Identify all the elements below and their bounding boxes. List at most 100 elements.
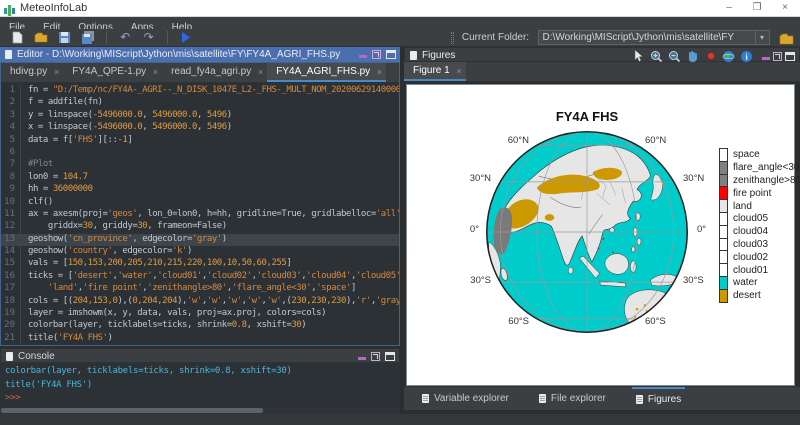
line-number: 6	[1, 147, 21, 159]
globe-icon[interactable]	[721, 49, 736, 63]
save-all-button[interactable]	[79, 29, 98, 46]
legend-label: zenithangle>80	[733, 175, 800, 186]
scrollbar-thumb[interactable]	[1, 408, 263, 413]
code-line[interactable]: 11ax = axesm(proj='geos', lon_0=lon0, h=…	[1, 209, 399, 221]
editor-tab[interactable]: FY4A_AGRI_FHS.py ×	[267, 63, 386, 82]
code-line[interactable]: 19layer = imshowm(x, y, data, vals, proj…	[1, 308, 399, 320]
globe-map[interactable]	[481, 126, 693, 338]
editor-panel-header[interactable]: Editor - D:\Working\MIScript\Jython\mis\…	[0, 47, 400, 62]
tab-label: hdivg.py	[10, 66, 47, 77]
code-line[interactable]: 6	[1, 147, 399, 159]
code-token: x = linspace(	[28, 122, 93, 132]
panel-maximize-icon[interactable]	[385, 352, 395, 361]
figure-canvas[interactable]: FY4A FHS	[406, 84, 795, 386]
current-folder-value[interactable]: D:\Working\MIScript\Jython\mis\satellite…	[539, 31, 769, 44]
editor-tab[interactable]: read_fy4a_agri.py×	[162, 63, 267, 82]
code-editor[interactable]: 1fn = "D:/Temp/nc/FY4A-_AGRI--_N_DISK_10…	[1, 83, 399, 343]
code-line[interactable]: 2f = addfile(fn)	[1, 97, 399, 109]
code-line[interactable]: 7#Plot	[1, 159, 399, 171]
window-minimize-button[interactable]: –	[714, 0, 744, 17]
code-token: , lon_0=lon0, h=hh, gridline=True, gridl…	[137, 209, 376, 219]
editor-tab[interactable]: hdivg.py ×	[1, 63, 63, 82]
code-line[interactable]: 12 griddx=30, griddy=30, frameon=False)	[1, 221, 399, 233]
code-token: y = linspace(	[28, 110, 93, 120]
bottom-tab-variable-explorer[interactable]: Variable explorer	[418, 387, 513, 410]
new-file-button[interactable]	[8, 29, 27, 46]
legend-swatch	[719, 263, 728, 277]
window-restore-button[interactable]: ❐	[742, 0, 772, 17]
code-line[interactable]: 4x = linspace(-5496000.0, 5496000.0, 549…	[1, 122, 399, 134]
code-line[interactable]: 1fn = "D:/Temp/nc/FY4A-_AGRI--_N_DISK_10…	[1, 85, 399, 97]
code-text: y = linspace(-5496000.0, 5496000.0, 5496…	[28, 110, 232, 122]
chevron-down-icon[interactable]: ▾	[755, 31, 769, 44]
code-line[interactable]: 10clf()	[1, 197, 399, 209]
legend-entry: land	[719, 199, 800, 213]
tab-label: FY4A_AGRI_FHS.py	[276, 66, 370, 77]
code-line[interactable]: 9hh = 36000000	[1, 184, 399, 196]
console-panel-header[interactable]: Console	[0, 348, 400, 363]
figure-tab[interactable]: Figure 1×	[404, 62, 466, 81]
tab-close-icon[interactable]: ×	[456, 62, 461, 80]
code-token: )	[227, 110, 232, 120]
zoom-out-icon[interactable]	[667, 49, 682, 63]
line-number: 13	[1, 234, 21, 246]
code-text: x = linspace(-5496000.0, 5496000.0, 5496…	[28, 122, 232, 134]
figures-panel-header[interactable]: Figures i	[404, 47, 800, 62]
grid-label: 30°N	[683, 173, 704, 184]
code-token: 0,204,204	[132, 296, 177, 306]
code-token: 'desert'	[73, 271, 113, 281]
info-icon[interactable]: i	[739, 49, 754, 63]
panel-maximize-icon[interactable]	[386, 50, 396, 59]
identify-point-icon[interactable]	[703, 49, 718, 63]
tab-close-icon[interactable]: ×	[54, 63, 59, 81]
save-button[interactable]	[55, 29, 74, 46]
code-line[interactable]: 21title('FY4A FHS')	[1, 333, 399, 343]
code-line[interactable]: 8lon0 = 104.7	[1, 172, 399, 184]
code-line[interactable]: 15vals = [150,153,200,205,210,215,220,10…	[1, 258, 399, 270]
code-line[interactable]: 3y = linspace(-5496000.0, 5496000.0, 549…	[1, 110, 399, 122]
console-prompt[interactable]: >>>	[5, 392, 400, 406]
legend-label: cloud01	[733, 265, 768, 276]
panel-detach-icon[interactable]	[371, 352, 380, 361]
code-line[interactable]: 16ticks = ['desert','water','cloud01','c…	[1, 271, 399, 283]
redo-button[interactable]: ↷	[139, 29, 158, 46]
tab-label: FY4A_QPE-1.py	[72, 66, 146, 77]
legend-label: space	[733, 149, 760, 160]
current-folder-combobox[interactable]: D:\Working\MIScript\Jython\mis\satellite…	[538, 30, 770, 45]
code-token: 'w'	[267, 296, 282, 306]
code-line[interactable]: 14geoshow('country', edgecolor='k')	[1, 246, 399, 258]
panel-detach-icon[interactable]	[372, 50, 381, 59]
tab-close-icon[interactable]: ×	[377, 63, 382, 81]
select-cursor-icon[interactable]	[631, 49, 646, 63]
toolbar-drag-handle[interactable]	[451, 32, 454, 44]
legend-entry: desert	[719, 289, 800, 303]
code-token: , xshift=	[247, 320, 292, 330]
code-line[interactable]: 20colorbar(layer, ticklabels=ticks, shri…	[1, 320, 399, 332]
code-line[interactable]: 5data = f['FHS'][::-1]	[1, 135, 399, 147]
zoom-in-icon[interactable]	[649, 49, 664, 63]
open-file-button[interactable]	[32, 29, 51, 46]
run-script-button[interactable]	[176, 29, 195, 46]
panel-minimize-icon[interactable]	[358, 357, 366, 360]
pan-hand-icon[interactable]	[685, 49, 700, 63]
bottom-tab-figures[interactable]: Figures	[632, 387, 685, 410]
code-text: fn = "D:/Temp/nc/FY4A-_AGRI--_N_DISK_104…	[28, 85, 399, 97]
panel-maximize-icon[interactable]	[785, 52, 795, 61]
panel-detach-icon[interactable]	[773, 52, 782, 61]
code-line[interactable]: 13geoshow('cn_province', edgecolor='gray…	[1, 234, 399, 246]
editor-tab[interactable]: FY4A_QPE-1.py ×	[63, 63, 162, 82]
code-line[interactable]: 17 'land','fire point','zenithangle>80',…	[1, 283, 399, 295]
tab-close-icon[interactable]: ×	[258, 63, 263, 81]
window-close-button[interactable]: ×	[770, 0, 800, 17]
console-horizontal-scrollbar[interactable]	[0, 407, 400, 414]
tab-close-icon[interactable]: ×	[153, 63, 158, 81]
bottom-tab-file-explorer[interactable]: File explorer	[535, 387, 610, 410]
panel-minimize-icon[interactable]	[359, 55, 367, 58]
code-token: 'FY4A FHS'	[58, 333, 108, 343]
undo-button[interactable]: ↶	[116, 29, 135, 46]
panel-minimize-icon[interactable]	[762, 57, 770, 60]
code-token: -1	[117, 135, 127, 145]
console-output[interactable]: colorbar(layer, ticklabels=ticks, shrink…	[0, 363, 400, 407]
code-line[interactable]: 18cols = [(204,153,0),(0,204,204),'w','w…	[1, 296, 399, 308]
legend-label: cloud03	[733, 239, 768, 250]
